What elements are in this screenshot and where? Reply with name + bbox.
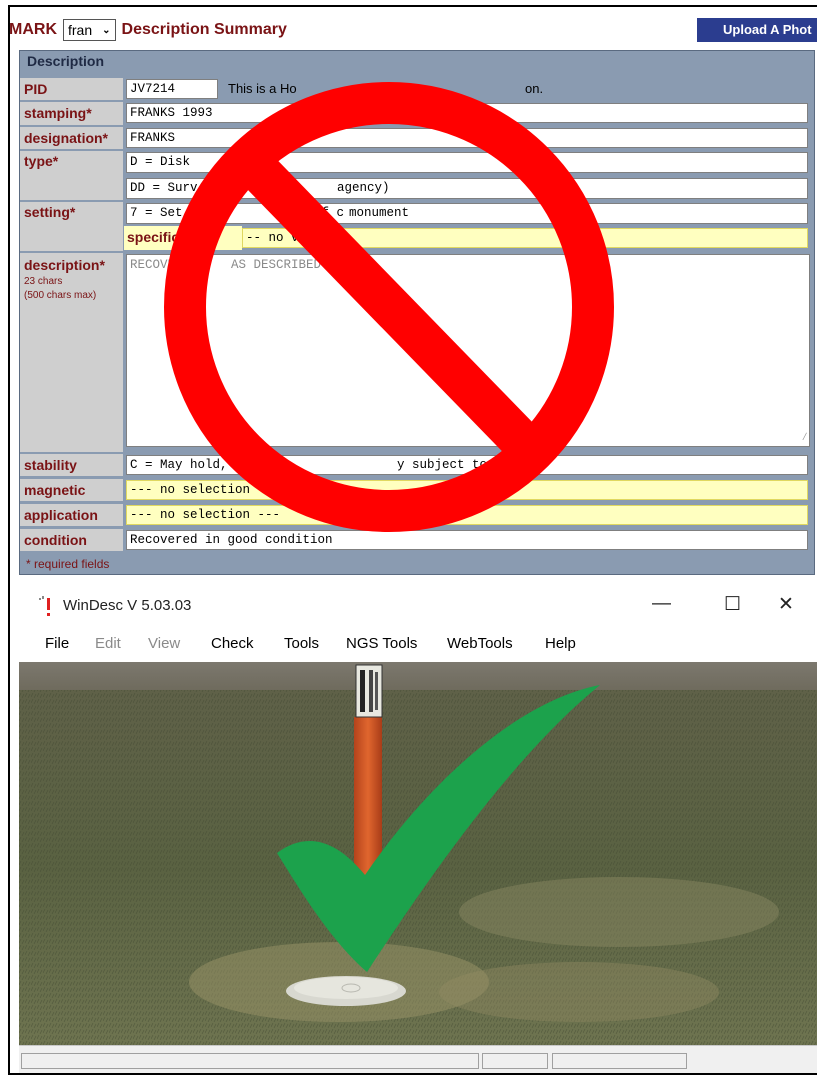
status-pane-main: [21, 1053, 479, 1069]
type-label: type*: [20, 151, 123, 200]
menu-check[interactable]: Check: [211, 635, 254, 652]
minimize-icon[interactable]: —: [652, 593, 671, 615]
menu-file[interactable]: File: [45, 635, 69, 652]
designation-input[interactable]: FRANKS: [126, 128, 808, 148]
specific-label-bg: specific: [124, 226, 242, 250]
specific-select[interactable]: -- no va: [242, 228, 808, 248]
setting-value-tail: monument: [349, 206, 410, 220]
pid-note-tail: on.: [525, 81, 544, 96]
mark-photo-image: [19, 662, 817, 1045]
mark-select-value: fran: [68, 22, 93, 38]
setting-select[interactable]: 7 = Set p of c monument: [126, 203, 808, 224]
resize-grip-icon[interactable]: ∕: [801, 430, 808, 446]
mark-label: MARK: [9, 21, 57, 38]
pid-label: PID: [20, 78, 123, 100]
application-label: application: [20, 504, 123, 526]
description-text-tail: AS DESCRIBED: [231, 258, 322, 272]
status-bar: [19, 1045, 817, 1073]
setting-value-mid: p of c: [299, 206, 345, 220]
page-title: Description Summary: [121, 21, 287, 38]
description-char-count: 23 chars: [24, 276, 63, 287]
maximize-icon[interactable]: ☐: [724, 593, 741, 616]
panel-title: Description: [27, 53, 105, 69]
required-fields-note: * required fields: [26, 557, 110, 571]
type-subtype-tail: agency): [337, 181, 390, 195]
pid-note: This is a Ho: [228, 81, 297, 96]
menu-webtools[interactable]: WebTools: [447, 635, 513, 652]
menu-edit[interactable]: Edit: [95, 635, 121, 652]
magnetic-label: magnetic: [20, 479, 123, 501]
application-select[interactable]: --- no selection ---: [126, 505, 808, 525]
status-pane-2: [482, 1053, 548, 1069]
menu-tools[interactable]: Tools: [284, 635, 319, 652]
description-char-max: (500 chars max): [24, 290, 97, 301]
mark-photo: [19, 662, 817, 1045]
windesc-app-icon: [39, 596, 50, 616]
close-icon[interactable]: ✕: [778, 593, 794, 616]
setting-label: setting*: [20, 202, 123, 251]
status-pane-3: [552, 1053, 687, 1069]
stability-select[interactable]: C = May hold, y subject to ground: [126, 455, 808, 475]
menu-view[interactable]: View: [148, 635, 180, 652]
setting-value: 7 = Set: [130, 206, 183, 220]
stamping-input[interactable]: FRANKS 1993: [126, 103, 808, 123]
page-header: MARK fran ⌄ Description Summary: [9, 17, 287, 43]
stability-label: stability: [20, 454, 123, 476]
windesc-window: WinDesc V 5.03.03 — ☐ ✕ File Edit View C…: [19, 582, 817, 1073]
mark-select[interactable]: fran ⌄: [63, 19, 116, 41]
stability-value-tail: y subject to ground: [397, 458, 540, 472]
menu-ngs-tools[interactable]: NGS Tools: [346, 635, 417, 652]
magnetic-select[interactable]: --- no selection: [126, 480, 808, 500]
description-text: RECOVE: [130, 258, 176, 272]
title-bar: WinDesc V 5.03.03 — ☐ ✕: [19, 582, 817, 628]
type-subtype-select[interactable]: DD = Surv sk agency): [126, 178, 808, 199]
upload-photo-button[interactable]: Upload A Phot: [697, 18, 817, 42]
description-label: description* 23 chars (500 chars max): [20, 253, 123, 452]
window-title: WinDesc V 5.03.03: [63, 597, 192, 614]
type-subtype-value: DD = Surv: [130, 181, 198, 195]
condition-label: condition: [20, 529, 123, 551]
specific-label: specific: [127, 229, 180, 245]
description-panel: Description PID JV7214 This is a Ho on. …: [19, 50, 815, 575]
menu-help[interactable]: Help: [545, 635, 576, 652]
stamping-label: stamping*: [20, 102, 123, 125]
menu-bar: File Edit View Check Tools NGS Tools Web…: [19, 630, 817, 658]
stability-value: C = May hold,: [130, 458, 228, 472]
designation-label: designation*: [20, 127, 123, 149]
chevron-down-icon: ⌄: [102, 24, 111, 36]
type-subtype-mid: sk: [275, 181, 291, 195]
description-label-text: description*: [24, 257, 105, 273]
pid-input[interactable]: JV7214: [126, 79, 218, 99]
type-select[interactable]: D = Disk: [126, 152, 808, 173]
description-textarea[interactable]: RECOVE AS DESCRIBED ∕: [126, 254, 810, 447]
condition-input[interactable]: Recovered in good condition: [126, 530, 808, 550]
